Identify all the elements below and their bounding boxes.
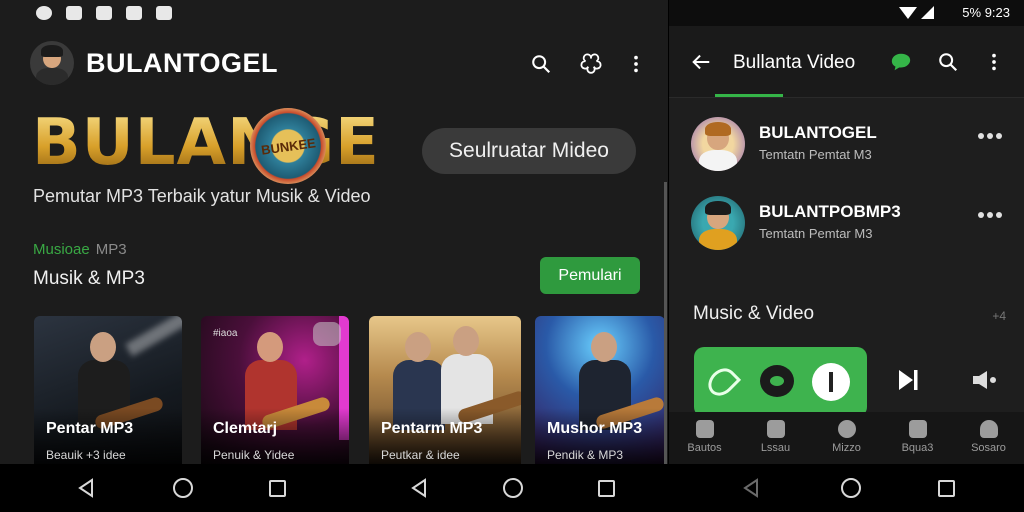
notification-icon xyxy=(156,6,172,20)
nav-home-icon[interactable] xyxy=(841,478,861,498)
hero-badge-logo: BUNKEE xyxy=(250,108,326,184)
nav-home-icon[interactable] xyxy=(173,478,193,498)
nav-home-icon[interactable] xyxy=(503,478,523,498)
tab-indicator xyxy=(715,94,783,97)
search-icon[interactable] xyxy=(936,50,960,74)
hero-button[interactable]: Seulruatar Mideo xyxy=(422,128,636,174)
status-bar-left xyxy=(0,0,668,26)
hero-badge-text: BUNKEE xyxy=(259,134,317,158)
chat-name: BULANTPOBMP3 xyxy=(759,202,901,221)
left-app-window: BULANTOGEL BULANGE BUNKEE Seulruatar Mid… xyxy=(0,0,668,464)
search-icon[interactable] xyxy=(529,52,553,76)
notification-icon xyxy=(96,6,112,20)
nav-icon xyxy=(908,420,927,438)
next-icon[interactable] xyxy=(895,367,921,393)
status-bar-right: 5% 9:23 xyxy=(669,0,1024,26)
chat-bubble-icon[interactable] xyxy=(889,50,913,74)
bottom-nav-item[interactable]: Mizzo xyxy=(811,412,882,464)
nav-back-icon[interactable] xyxy=(409,478,429,498)
share-icon[interactable] xyxy=(579,52,603,76)
system-navigation-bar xyxy=(0,464,1024,512)
hero-logo: BULANGE xyxy=(32,106,380,180)
bottom-navigation: Bautos Lssau Mizzo Bqua3 Sosaro xyxy=(669,412,1024,464)
status-text: 5% 9:23 xyxy=(962,5,1010,20)
right-app-title: Bullanta Video xyxy=(733,52,856,73)
app-bar: BULANTOGEL xyxy=(0,36,668,94)
bottom-nav-item[interactable]: Sosaro xyxy=(953,412,1024,464)
nav-recents-icon[interactable] xyxy=(269,480,286,497)
avatar[interactable] xyxy=(30,41,74,85)
app-title: BULANTOGEL xyxy=(86,48,278,78)
chat-list-item[interactable]: BULANTOGEL Temtatn Pemtat M3 xyxy=(669,111,1024,181)
tagline: Pemutar MP3 Terbaik yatur Musik & Video xyxy=(33,186,371,206)
bottom-nav-label: Sosaro xyxy=(971,442,1006,454)
nav-icon xyxy=(695,420,714,438)
avatar xyxy=(691,196,745,250)
media-card[interactable]: #iaoa Clemtarj Penuik & Yidee xyxy=(201,316,349,464)
bottom-nav-label: Bqua3 xyxy=(901,442,934,454)
section-label: Musioae MP3 xyxy=(33,241,127,258)
media-card[interactable]: Pentarm MP3 Peutkar & idee xyxy=(369,316,521,464)
speaker-icon[interactable] xyxy=(971,369,999,391)
back-arrow-icon[interactable] xyxy=(689,50,713,74)
more-vert-icon[interactable] xyxy=(982,50,1006,74)
notification-icon xyxy=(126,6,142,20)
notification-icon xyxy=(66,6,82,20)
eye-icon[interactable] xyxy=(760,365,794,397)
pause-button[interactable] xyxy=(812,363,850,401)
nav-icon xyxy=(979,420,998,438)
nav-icon xyxy=(837,420,856,438)
card-title: Clemtarj xyxy=(213,420,278,437)
scrollbar[interactable] xyxy=(664,182,667,464)
notification-icon xyxy=(36,6,52,20)
card-title: Pentarm MP3 xyxy=(381,420,483,437)
nav-back-icon[interactable] xyxy=(741,478,761,498)
card-subtitle: Peutkar & idee xyxy=(381,448,460,462)
section-title: Music & Video xyxy=(693,303,815,324)
media-card[interactable]: Pentar MP3 Beauik +3 idee xyxy=(34,316,182,464)
avatar xyxy=(691,117,745,171)
right-app-bar: Bullanta Video xyxy=(669,26,1024,98)
nav-recents-icon[interactable] xyxy=(938,480,955,497)
more-vert-icon[interactable] xyxy=(624,52,648,76)
bottom-nav-label: Bautos xyxy=(687,442,722,454)
leaf-icon[interactable] xyxy=(702,362,742,402)
bottom-nav-item[interactable]: Bautos xyxy=(669,412,740,464)
card-title: Pentar MP3 xyxy=(46,420,134,437)
card-tag: #iaoa xyxy=(213,328,238,339)
more-horiz-icon[interactable] xyxy=(978,212,1004,220)
nav-recents-icon[interactable] xyxy=(598,480,615,497)
card-title: Mushor MP3 xyxy=(547,420,643,437)
section-title: Musik & MP3 xyxy=(33,268,145,289)
chat-subtitle: Temtatn Pemtat M3 xyxy=(759,147,872,162)
section-label-green: Musioae xyxy=(33,241,90,258)
bottom-nav-item[interactable]: Bqua3 xyxy=(882,412,953,464)
chat-name: BULANTOGEL xyxy=(759,123,877,142)
mini-player[interactable] xyxy=(694,347,867,417)
bottom-nav-label: Lssau xyxy=(760,442,791,454)
chat-list-item[interactable]: BULANTPOBMP3 Temtatn Pemtar M3 xyxy=(669,190,1024,260)
bottom-nav-label: Mizzo xyxy=(832,442,861,454)
section-action-button[interactable]: Pemulari xyxy=(540,257,640,294)
card-subtitle: Penuik & Yidee xyxy=(213,448,295,462)
signal-icon xyxy=(921,6,934,19)
right-app-window: 5% 9:23 Bullanta Video BULANTOGEL Temtat… xyxy=(669,0,1024,464)
chat-subtitle: Temtatn Pemtar M3 xyxy=(759,226,873,241)
wifi-icon xyxy=(899,7,917,19)
section-label-gray: MP3 xyxy=(95,241,127,258)
card-subtitle: Pendik & MP3 xyxy=(547,448,624,462)
nav-icon xyxy=(766,420,785,438)
bottom-nav-item[interactable]: Lssau xyxy=(740,412,811,464)
card-badge-icon xyxy=(313,322,341,346)
section-more[interactable]: +4 xyxy=(992,309,1006,323)
more-horiz-icon[interactable] xyxy=(978,133,1004,141)
card-subtitle: Beauik +3 idee xyxy=(46,448,126,462)
media-card[interactable]: Mushor MP3 Pendik & MP3 xyxy=(535,316,665,464)
nav-back-icon[interactable] xyxy=(76,478,96,498)
